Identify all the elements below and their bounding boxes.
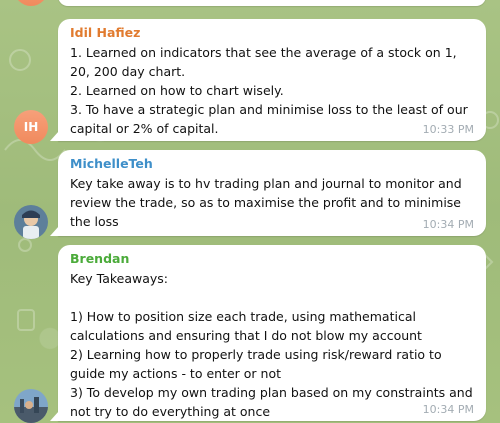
- sender-name[interactable]: Idil Hafiez: [70, 25, 474, 40]
- avatar-idil[interactable]: IH: [14, 110, 48, 144]
- message-bubble-idil[interactable]: Idil Hafiez 1. Learned on indicators tha…: [50, 19, 486, 141]
- message-time: 10:34 PM: [422, 403, 474, 416]
- avatar-michelle[interactable]: [14, 205, 48, 239]
- message-text: Key Takeaways: 1) How to position size e…: [70, 271, 473, 419]
- message-text: Key take away is to hv trading plan and …: [70, 176, 466, 229]
- message-bubble-brendan[interactable]: Brendan Key Takeaways: 1) How to positio…: [50, 245, 486, 421]
- message-time: 10:34 PM: [422, 218, 474, 231]
- sender-name[interactable]: Brendan: [70, 251, 474, 266]
- message-text: 1. Learned on indicators that see the av…: [70, 45, 468, 136]
- avatar-brendan[interactable]: [14, 389, 48, 423]
- message-time: 10:33 PM: [422, 123, 474, 136]
- message-bubble-michelle[interactable]: MichelleTeh Key take away is to hv tradi…: [50, 150, 486, 236]
- sender-name[interactable]: MichelleTeh: [70, 156, 474, 171]
- avatar-photo-icon: [14, 205, 48, 239]
- previous-message-bubble: [14, 0, 486, 6]
- avatar-photo-icon: [14, 389, 48, 423]
